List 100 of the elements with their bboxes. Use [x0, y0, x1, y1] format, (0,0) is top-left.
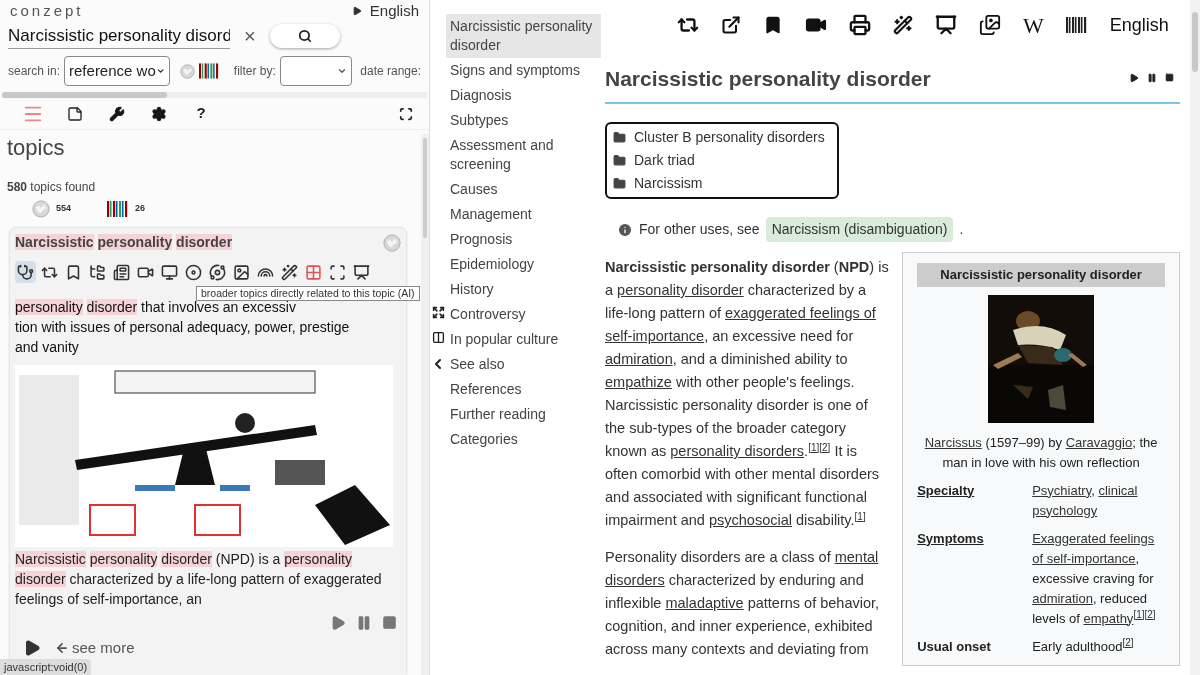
link[interactable]: psychology	[1032, 502, 1098, 518]
topic-description: personality disorder that involves an excessiv tion with issues of personal adequacy, power, prestige and vanity	[15, 299, 351, 357]
folder-icon	[613, 131, 626, 144]
tooltip: broader topics directly related to this topic (AI)	[196, 286, 420, 301]
wikipedia-button[interactable]: W	[1023, 8, 1044, 42]
category-link[interactable]: Dark triad	[634, 150, 695, 171]
link[interactable]: mental	[834, 549, 879, 565]
external-link-icon[interactable]	[721, 15, 741, 36]
infobox-title: Narcissistic personality disorder	[917, 263, 1165, 287]
image-caption: Narcissus (1597–99) by Caravaggio; the man in love with his own reflection	[923, 433, 1159, 472]
toc-item[interactable]: Prognosis	[446, 227, 601, 252]
images-icon[interactable]	[979, 14, 1001, 37]
caret-icon	[351, 6, 362, 16]
toc-item[interactable]: References	[446, 377, 601, 402]
infobox-value: Psychiatry, clinical psychology	[1032, 481, 1139, 520]
help-button[interactable]: ?	[196, 102, 206, 125]
note-icon[interactable]	[67, 105, 83, 122]
bookmark-icon[interactable]	[763, 15, 783, 36]
link[interactable]: of self-importance	[1032, 550, 1136, 566]
barcode-icon	[1065, 15, 1088, 36]
citation-link[interactable]: [1][2]	[808, 441, 831, 453]
settings-icon[interactable]	[151, 105, 167, 122]
search-button[interactable]	[269, 24, 340, 48]
search-in-label: search in:	[8, 63, 61, 80]
toc-item[interactable]: Management	[446, 202, 601, 227]
link[interactable]: maladaptive	[665, 595, 744, 611]
expand-icon[interactable]	[431, 306, 445, 319]
link[interactable]: self-importance	[605, 328, 705, 344]
toc-item[interactable]: Epidemiology	[446, 252, 601, 277]
link[interactable]: disorders	[605, 572, 665, 588]
topics-heading: topics	[6, 134, 66, 162]
folder-icon	[613, 177, 626, 190]
chevron-down-icon	[155, 66, 166, 76]
link[interactable]: Exaggerated feelings	[1032, 530, 1155, 546]
source-count: 554	[56, 202, 72, 216]
clear-button[interactable]: ×	[244, 21, 256, 51]
barcode-icon	[107, 200, 130, 218]
toc-item[interactable]: Assessment and screening	[446, 133, 601, 177]
filter-select[interactable]	[279, 56, 353, 86]
article-paragraph: Narcissistic personality disorder (NPD) is a personality disorder characterized by a life-long pattern of exaggerated feelings of self-importance, an excessive need for admiration, and a diminished ability to empathize with other people's feelings. Narcissistic personality disorder is one of the sub-types of the broader category known as personality disorders.$^{[1][2]}$ It is often comorbid with other mental disorders and associated with significant functional impairment and psychosocial disability.$^{[1]}$	[605, 258, 890, 530]
printer-icon[interactable]	[849, 14, 871, 37]
wrench-icon[interactable]	[109, 105, 125, 122]
link[interactable]: admiration	[1032, 590, 1093, 606]
citation-link[interactable]: [1]	[854, 510, 866, 522]
toc-item[interactable]: In popular culture	[446, 327, 601, 352]
stop-icon[interactable]	[1165, 73, 1174, 83]
toc-item[interactable]: History	[446, 277, 601, 302]
folder-icon	[613, 154, 626, 167]
chevron-down-icon	[337, 66, 348, 76]
toc-item[interactable]: Further reading	[446, 402, 601, 427]
stethoscope-icon[interactable]	[15, 261, 36, 283]
presentation-icon[interactable]	[935, 14, 957, 37]
toc-item[interactable]: Diagnosis	[446, 83, 601, 108]
topics-count: 580 topics found	[6, 179, 97, 196]
link[interactable]: empathize	[605, 374, 672, 390]
link[interactable]: exaggerated feelings of	[725, 305, 876, 321]
hatnote-period: .	[959, 220, 964, 239]
link[interactable]: Narcissus	[924, 434, 982, 450]
infobox-label[interactable]: Specialty	[917, 480, 1033, 521]
topic-title[interactable]: Narcissistic personality disorder	[15, 232, 233, 253]
search-field[interactable]: Narcissistic personality disord	[8, 22, 230, 50]
category-link[interactable]: Narcissism	[634, 173, 703, 194]
infobox-label[interactable]: Symptoms	[917, 528, 1033, 629]
play-icon[interactable]	[1129, 73, 1139, 84]
split-icon[interactable]	[431, 331, 445, 344]
see-more-link[interactable]: see more	[55, 637, 135, 660]
toc-item[interactable]: Subtypes	[446, 108, 601, 133]
search-in-select[interactable]: reference wo	[64, 56, 171, 86]
link[interactable]: clinical	[1098, 482, 1138, 498]
vertical-scrollbar[interactable]	[1190, 0, 1200, 675]
citation-link[interactable]: [2]	[1122, 636, 1134, 648]
app-logo: conzept	[10, 1, 84, 21]
citation-link[interactable]: [1][2]	[1133, 608, 1156, 620]
infobox-value: Early adulthood$^{[2]}$	[1032, 636, 1134, 656]
hatnote-text: For other uses, see	[639, 220, 760, 239]
disambiguation-link[interactable]: Narcissism (disambiguation)	[765, 217, 954, 242]
link[interactable]: psychosocial	[708, 512, 792, 528]
toc-item[interactable]: Causes	[446, 177, 601, 202]
link[interactable]: personality disorder	[617, 282, 744, 298]
barcode-icon	[199, 63, 220, 79]
language-toggle[interactable]: English	[351, 1, 419, 21]
fullscreen-icon[interactable]	[399, 106, 413, 121]
infobox-label: Usual onset	[917, 637, 992, 656]
source-count: 26	[135, 202, 146, 216]
pause-icon[interactable]	[1147, 73, 1157, 84]
toc-item[interactable]: See also	[446, 352, 601, 377]
language-button[interactable]: English	[1109, 11, 1169, 39]
toc-item[interactable]: Controversy	[446, 302, 601, 327]
date-range-label: date range:	[360, 63, 421, 80]
filter-by-label: filter by:	[233, 63, 276, 80]
vertical-scrollbar[interactable]	[421, 134, 429, 675]
category-link[interactable]: Cluster B personality disorders	[634, 127, 825, 148]
search-icon	[297, 29, 312, 43]
magic-wand-icon[interactable]	[893, 15, 913, 36]
toc-item[interactable]: Categories	[446, 427, 601, 452]
toc-item[interactable]: Signs and symptoms	[446, 58, 601, 83]
toc-item[interactable]: Narcissistic personality disorder	[446, 14, 601, 58]
play-icon[interactable]	[23, 639, 41, 658]
horizontal-scrollbar[interactable]	[2, 92, 427, 98]
link[interactable]: admiration	[605, 351, 673, 367]
